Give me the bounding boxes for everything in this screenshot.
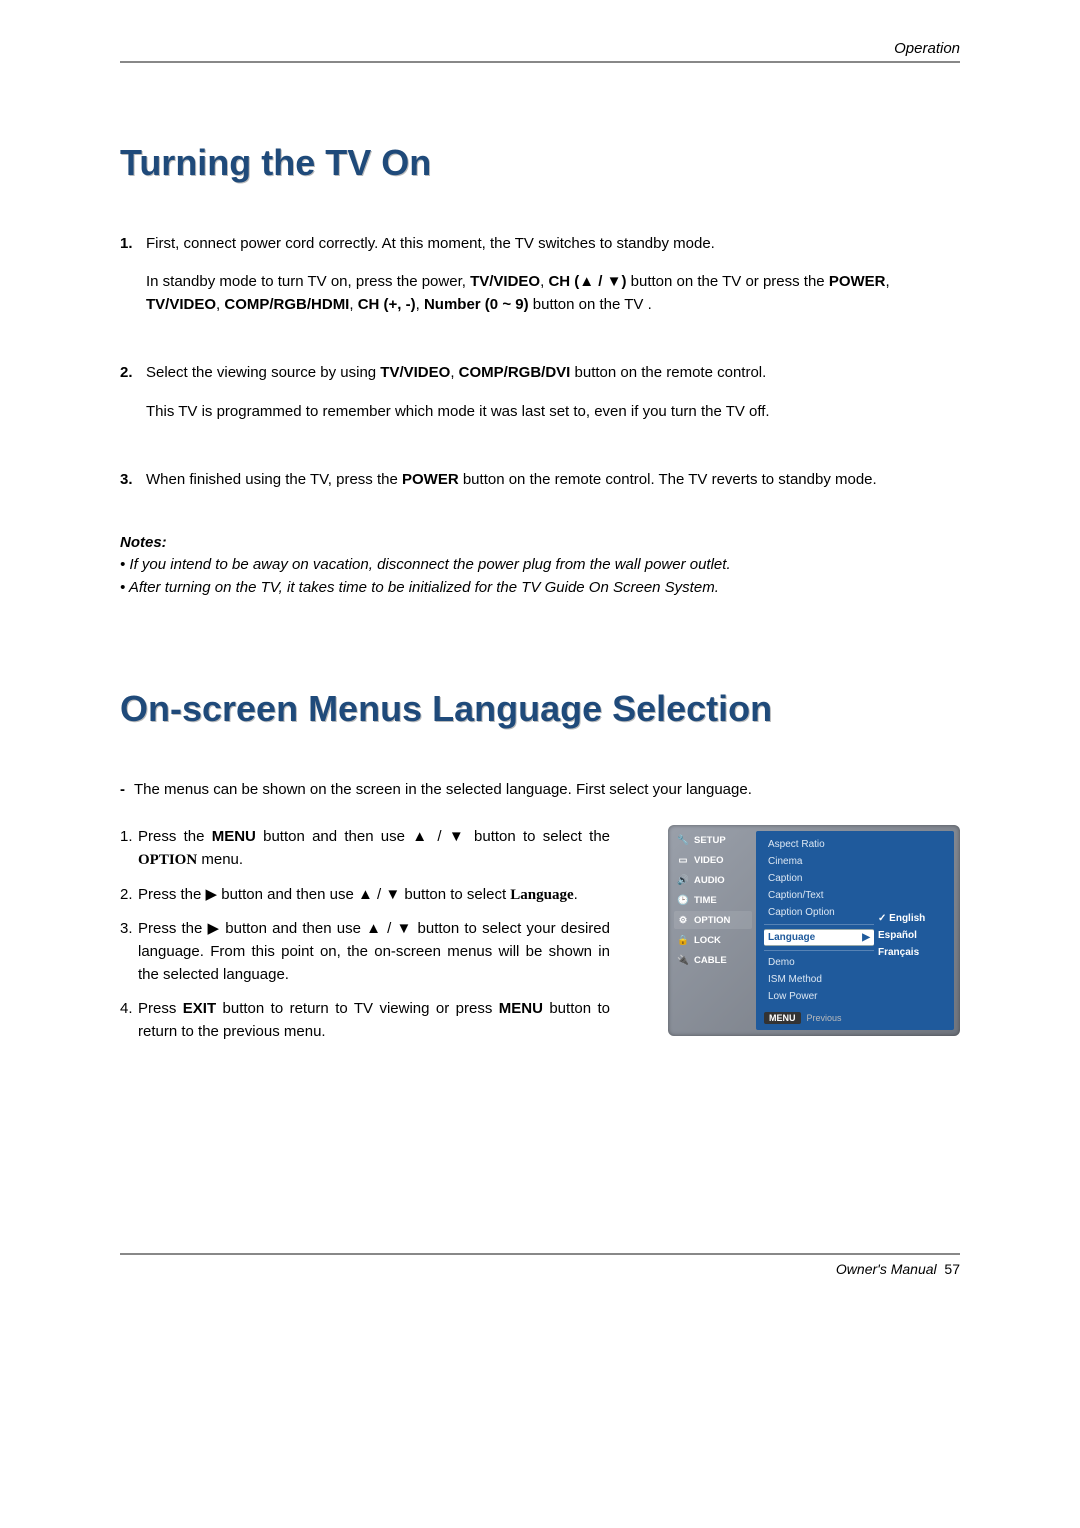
step-2: 2. Select the viewing source by using TV…: [120, 362, 960, 385]
footer-label: Owner's Manual: [836, 1261, 937, 1277]
step-text: First, connect power cord correctly. At …: [146, 233, 960, 256]
osd-tab-cable: 🔌CABLE: [674, 951, 752, 969]
intro-text: The menus can be shown on the screen in …: [134, 779, 752, 802]
osd-tab-video: ▭VIDEO: [674, 851, 752, 869]
osd-tab-audio: 🔊AUDIO: [674, 871, 752, 889]
osd-tab-setup: 🔧SETUP: [674, 831, 752, 849]
osd-lang-francais: Français: [878, 947, 948, 958]
osd-item: Caption: [764, 871, 874, 886]
osd-item: ISM Method: [764, 972, 874, 987]
lang-step-1: 1. Press the MENU button and then use ▲ …: [120, 825, 610, 873]
osd-item: Caption Option: [764, 905, 874, 920]
dash-bullet: -: [120, 779, 134, 802]
osd-tab-list: 🔧SETUP ▭VIDEO 🔊AUDIO 🕒TIME ⚙OPTION 🔒LOCK…: [674, 831, 752, 1030]
page-footer: Owner's Manual 57: [120, 1255, 960, 1277]
step-number: 1.: [120, 233, 146, 256]
section-label: Operation: [120, 40, 960, 61]
osd-item: Low Power: [764, 989, 874, 1004]
tv-icon: ▭: [676, 854, 690, 866]
step-text: When finished using the TV, press the PO…: [146, 469, 960, 492]
osd-menu-screenshot: 🔧SETUP ▭VIDEO 🔊AUDIO 🕒TIME ⚙OPTION 🔒LOCK…: [668, 825, 960, 1036]
lang-step-2: 2. Press the ▶ button and then use ▲ / ▼…: [120, 883, 610, 907]
osd-lang-espanol: Español: [878, 930, 948, 941]
osd-footer-button: MENU: [764, 1012, 801, 1024]
osd-footer: MENU Previous: [764, 1012, 874, 1024]
osd-item: Demo: [764, 955, 874, 970]
chevron-right-icon: ▶: [862, 932, 870, 943]
osd-item: Aspect Ratio: [764, 837, 874, 852]
step-number: 2.: [120, 362, 146, 385]
plug-icon: 🔌: [676, 954, 690, 966]
osd-tab-lock: 🔒LOCK: [674, 931, 752, 949]
notes-heading: Notes:: [120, 532, 960, 555]
step-1-continued: In standby mode to turn TV on, press the…: [146, 271, 960, 316]
clock-icon: 🕒: [676, 894, 690, 906]
top-divider: [120, 61, 960, 63]
osd-language-options: English Español Français: [874, 837, 948, 1024]
wrench-icon: 🔧: [676, 834, 690, 846]
osd-item: Caption/Text: [764, 888, 874, 903]
lang-step-4: 4. Press EXIT button to return to TV vie…: [120, 997, 610, 1044]
osd-tab-time: 🕒TIME: [674, 891, 752, 909]
lang-step-3: 3. Press the ▶ button and then use ▲ / ▼…: [120, 917, 610, 987]
intro-line: - The menus can be shown on the screen i…: [120, 779, 960, 802]
osd-item: Cinema: [764, 854, 874, 869]
note-item: • After turning on the TV, it takes time…: [120, 577, 960, 600]
lock-icon: 🔒: [676, 934, 690, 946]
osd-option-panel: Aspect Ratio Cinema Caption Caption/Text…: [756, 831, 954, 1030]
osd-item-language-selected: Language ▶: [764, 929, 874, 946]
gear-icon: ⚙: [676, 914, 690, 926]
step-1: 1. First, connect power cord correctly. …: [120, 233, 960, 256]
step-3: 3. When finished using the TV, press the…: [120, 469, 960, 492]
step-2-continued: This TV is programmed to remember which …: [146, 401, 960, 424]
step-number: 3.: [120, 469, 146, 492]
osd-tab-option: ⚙OPTION: [674, 911, 752, 929]
step-text: Select the viewing source by using TV/VI…: [146, 362, 960, 385]
osd-lang-english: English: [878, 913, 948, 924]
heading-language-selection: On-screen Menus Language Selection: [120, 689, 960, 729]
osd-footer-text: Previous: [807, 1013, 842, 1023]
speaker-icon: 🔊: [676, 874, 690, 886]
heading-turning-tv-on: Turning the TV On: [120, 143, 960, 183]
page-number: 57: [944, 1261, 960, 1277]
note-item: • If you intend to be away on vacation, …: [120, 554, 960, 577]
